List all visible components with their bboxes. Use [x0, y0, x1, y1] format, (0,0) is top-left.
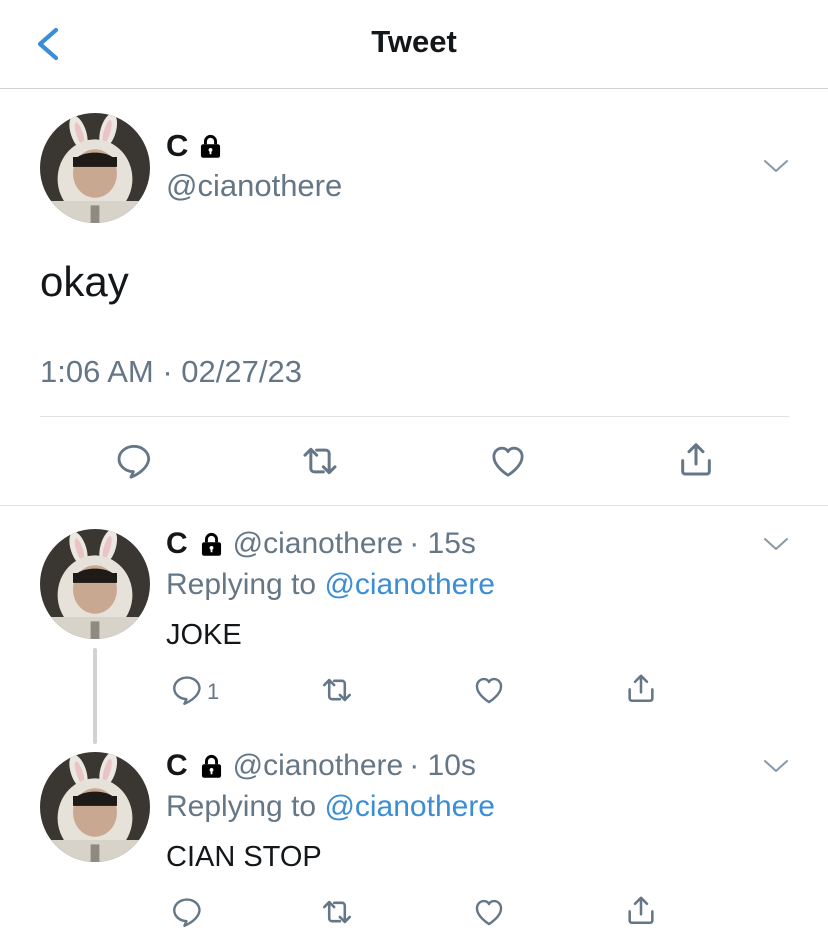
like-icon[interactable] — [488, 441, 528, 481]
reply-header: C @cianothere · 10s — [166, 749, 476, 783]
tweet-timestamp: 1:06 AM · 02/27/23 — [40, 354, 302, 389]
share-icon[interactable] — [624, 893, 658, 927]
lock-icon — [197, 133, 224, 160]
chevron-down-icon[interactable] — [762, 536, 790, 552]
retweet-icon[interactable] — [300, 441, 340, 481]
reply-header: C @cianothere · 15s — [166, 527, 476, 561]
avatar[interactable] — [40, 113, 150, 223]
retweet-icon[interactable] — [320, 895, 354, 929]
reply-icon[interactable] — [170, 895, 204, 929]
replying-mention[interactable]: @cianothere — [324, 790, 495, 823]
avatar[interactable] — [40, 752, 150, 862]
share-icon[interactable] — [676, 439, 716, 479]
page-title: Tweet — [371, 24, 457, 59]
author-name: C — [166, 527, 188, 560]
author-handle: @cianothere — [232, 527, 404, 560]
author-name: C — [166, 749, 188, 782]
retweet-icon[interactable] — [320, 673, 354, 707]
divider — [0, 505, 828, 506]
reply-icon[interactable] — [114, 441, 154, 481]
reply-time: · 15s — [409, 527, 476, 560]
thread-connector-line — [93, 648, 97, 744]
like-icon[interactable] — [472, 673, 506, 707]
avatar[interactable] — [40, 529, 150, 639]
like-icon[interactable] — [472, 895, 506, 929]
replying-to: Replying to @cianothere — [166, 790, 495, 824]
reply-count: 1 — [207, 679, 220, 704]
chevron-down-icon[interactable] — [762, 158, 790, 174]
reply-icon[interactable] — [170, 673, 204, 707]
reply-time: · 10s — [409, 749, 476, 782]
author-handle: @cianothere — [166, 168, 343, 203]
replying-label: Replying to — [166, 568, 325, 601]
reply-text: CIAN STOP — [166, 841, 322, 873]
chevron-down-icon[interactable] — [762, 758, 790, 774]
author-name: C — [166, 128, 189, 163]
replying-mention[interactable]: @cianothere — [324, 568, 495, 601]
share-icon[interactable] — [624, 671, 658, 705]
divider — [40, 416, 789, 417]
replying-label: Replying to — [166, 790, 325, 823]
lock-icon — [198, 753, 225, 780]
lock-icon — [198, 531, 225, 558]
tweet-text: okay — [40, 258, 129, 305]
reply-text: JOKE — [166, 619, 242, 651]
author-name-row: C — [166, 128, 224, 164]
replying-to: Replying to @cianothere — [166, 568, 495, 602]
author-handle: @cianothere — [232, 749, 404, 782]
